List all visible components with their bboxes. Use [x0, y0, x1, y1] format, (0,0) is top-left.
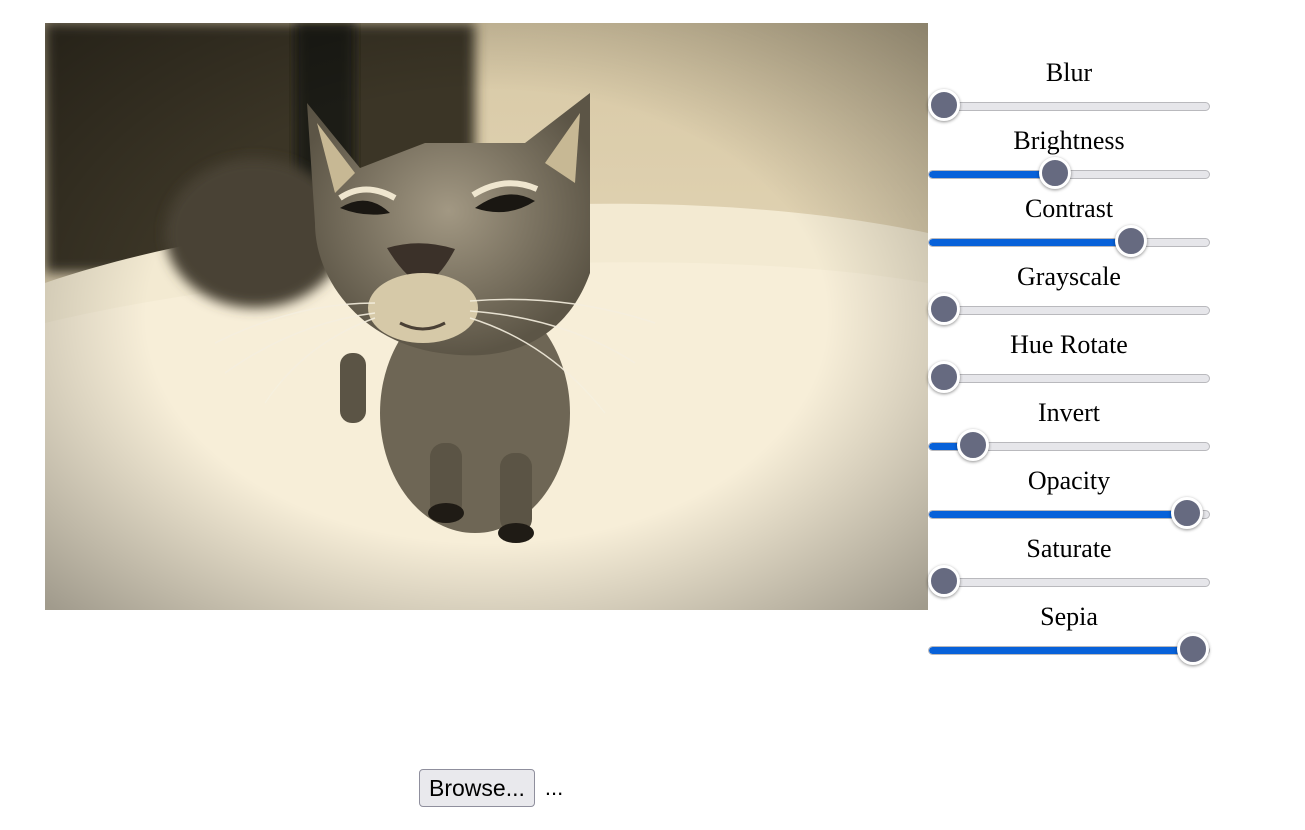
blur-slider-track[interactable] [928, 102, 1210, 111]
blur-slider-thumb[interactable] [928, 89, 960, 121]
sepia-slider[interactable] [928, 633, 1210, 665]
hue-rotate-slider[interactable] [928, 361, 1210, 393]
filter-label-sepia: Sepia [1040, 602, 1098, 631]
saturate-slider[interactable] [928, 565, 1210, 597]
file-picker: Browse... ... [419, 769, 563, 807]
invert-slider-thumb[interactable] [957, 429, 989, 461]
browse-button[interactable]: Browse... [419, 769, 535, 807]
grayscale-slider[interactable] [928, 293, 1210, 325]
filter-label-invert: Invert [1037, 398, 1101, 427]
filter-hue-rotate: Hue Rotate [928, 327, 1210, 395]
sepia-slider-fill [929, 647, 1194, 654]
filter-brightness: Brightness [928, 123, 1210, 191]
sepia-slider-track[interactable] [928, 646, 1210, 655]
contrast-slider[interactable] [928, 225, 1210, 257]
invert-slider[interactable] [928, 429, 1210, 461]
opacity-slider-track[interactable] [928, 510, 1210, 519]
cat-photo [45, 23, 928, 610]
contrast-slider-thumb[interactable] [1115, 225, 1147, 257]
contrast-slider-track[interactable] [928, 238, 1210, 247]
brightness-slider-thumb[interactable] [1039, 157, 1071, 189]
filter-label-brightness: Brightness [1013, 126, 1125, 155]
filter-blur: Blur [928, 55, 1210, 123]
filter-label-grayscale: Grayscale [1017, 262, 1121, 291]
brightness-slider[interactable] [928, 157, 1210, 189]
filter-grayscale: Grayscale [928, 259, 1210, 327]
image-preview [45, 23, 928, 610]
hue-rotate-slider-thumb[interactable] [928, 361, 960, 393]
opacity-slider[interactable] [928, 497, 1210, 529]
selected-file-status: ... [544, 775, 564, 800]
brightness-slider-fill [929, 171, 1056, 178]
hue-rotate-slider-track[interactable] [928, 374, 1210, 383]
contrast-slider-fill [929, 239, 1132, 246]
saturate-slider-track[interactable] [928, 578, 1210, 587]
saturate-slider-thumb[interactable] [928, 565, 960, 597]
filter-sepia: Sepia [928, 599, 1210, 667]
filter-controls: Blur Brightness Contrast Grayscale Hue Rotat… [928, 55, 1210, 667]
opacity-slider-thumb[interactable] [1171, 497, 1203, 529]
opacity-slider-fill [929, 511, 1188, 518]
sepia-slider-thumb[interactable] [1177, 633, 1209, 665]
filter-label-hue-rotate: Hue Rotate [1010, 330, 1128, 359]
filter-saturate: Saturate [928, 531, 1210, 599]
filter-label-saturate: Saturate [1026, 534, 1112, 563]
filter-label-contrast: Contrast [1024, 194, 1114, 223]
blur-slider[interactable] [928, 89, 1210, 121]
filter-opacity: Opacity [928, 463, 1210, 531]
filter-label-blur: Blur [1045, 58, 1093, 87]
filter-contrast: Contrast [928, 191, 1210, 259]
grayscale-slider-track[interactable] [928, 306, 1210, 315]
filter-label-opacity: Opacity [1027, 466, 1111, 495]
filter-invert: Invert [928, 395, 1210, 463]
grayscale-slider-thumb[interactable] [928, 293, 960, 325]
